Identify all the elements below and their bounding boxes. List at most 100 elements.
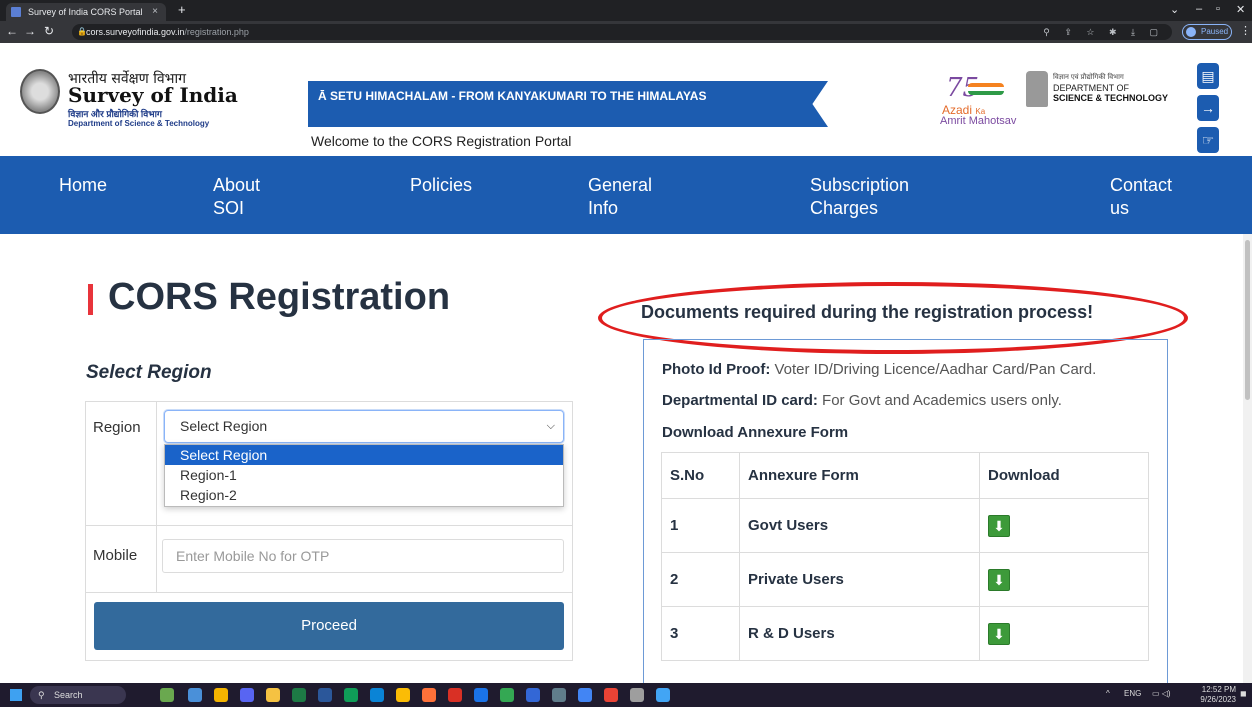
annexure-table: S.No Annexure Form Download 1 Govt Users… <box>661 452 1149 661</box>
table-row: 3 R & D Users ⬇ <box>661 606 1149 661</box>
teams-icon[interactable] <box>240 688 254 702</box>
download-icon[interactable]: ⬇ <box>988 514 1010 537</box>
notification-icon[interactable]: ◼ <box>1240 689 1247 698</box>
national-emblem-icon <box>1026 71 1048 107</box>
region-option[interactable]: Select Region <box>165 445 563 465</box>
word-icon[interactable] <box>318 688 332 702</box>
region-selected-value: Select Region <box>180 418 268 434</box>
org-dept: Department of Science & Technology <box>68 119 210 128</box>
window-close-icon[interactable]: ✕ <box>1236 3 1245 16</box>
app-icon[interactable] <box>604 688 618 702</box>
download-manager-icon[interactable] <box>474 688 488 702</box>
browser-tab[interactable]: Survey of India CORS Portal × <box>6 3 166 21</box>
mobile-label: Mobile <box>93 547 138 564</box>
welcome-text: Welcome to the CORS Registration Portal <box>311 133 572 149</box>
nav-general-info[interactable]: General Info <box>588 174 668 220</box>
reload-icon[interactable]: ↻ <box>44 24 54 38</box>
firefox-icon[interactable] <box>422 688 436 702</box>
registration-form: Region Select Region ⌵ Select Region Reg… <box>85 401 573 661</box>
network-volume-icon[interactable]: ▭ ◁) <box>1152 689 1171 698</box>
tab-close-icon[interactable]: × <box>152 3 158 21</box>
clock[interactable]: 12:52 PM 9/26/2023 <box>1200 685 1236 705</box>
cell-form: Govt Users <box>739 498 980 553</box>
file-explorer-icon[interactable] <box>266 688 280 702</box>
chevron-down-icon: ⌵ <box>546 420 555 432</box>
task-view-icon[interactable] <box>188 688 202 702</box>
documents-panel: Photo Id Proof: Voter ID/Driving Licence… <box>643 339 1168 684</box>
language-indicator[interactable]: ENG <box>1124 689 1141 698</box>
photo-id-line: Photo Id Proof: Voter ID/Driving Licence… <box>662 361 1097 378</box>
url-input[interactable]: 🔒 cors.surveyofindia.gov.in/registration… <box>72 24 1172 40</box>
banner-slogan: Ā SETU HIMACHALAM - FROM KANYAKUMARI TO … <box>308 81 828 127</box>
calculator-icon[interactable] <box>552 688 566 702</box>
omnibox-action-icons[interactable]: ⚲ ⇪ ☆ ✱ ⤓ ▢ <box>1043 24 1164 40</box>
nav-contact-us[interactable]: Contact us <box>1110 174 1190 220</box>
app-icon[interactable] <box>578 688 592 702</box>
widgets-icon[interactable] <box>160 688 174 702</box>
search-icon: ⚲ <box>38 690 45 700</box>
table-row: 2 Private Users ⬇ <box>661 552 1149 607</box>
region-label: Region <box>93 419 141 436</box>
app-icon[interactable] <box>656 688 670 702</box>
table-header-row: S.No Annexure Form Download <box>661 452 1149 499</box>
nav-about-soi[interactable]: About SOI <box>213 174 283 220</box>
nav-subscription-charges[interactable]: Subscription Charges <box>810 174 930 220</box>
region-option[interactable]: Region-2 <box>165 485 563 505</box>
col-header: S.No <box>661 452 740 499</box>
azadi-ka-amrit-mahotsav-logo: 75 Azadi Ka Amrit Mahotsav <box>940 73 1017 127</box>
chrome-icon[interactable] <box>396 688 410 702</box>
mobile-input[interactable]: Enter Mobile No for OTP <box>162 539 564 573</box>
maximize-icon[interactable]: ▫ <box>1216 3 1220 15</box>
accessibility-icon[interactable]: ☞ <box>1197 127 1219 153</box>
sitemap-icon[interactable]: ▤ <box>1197 63 1219 89</box>
windows-start-icon[interactable] <box>10 689 22 701</box>
app-icon[interactable] <box>526 688 540 702</box>
page-title: CORS Registration <box>108 276 451 318</box>
back-icon[interactable]: ← <box>6 24 18 38</box>
main-nav: Home About SOI Policies General Info Sub… <box>0 156 1252 234</box>
dst-line1: DEPARTMENT OF <box>1053 83 1130 93</box>
site-header: भारतीय सर्वेक्षण विभाग Survey of India व… <box>0 43 1252 156</box>
tray-chevron-icon[interactable]: ^ <box>1106 689 1110 698</box>
favicon-icon <box>11 7 21 17</box>
nav-policies[interactable]: Policies <box>410 174 472 197</box>
app-icon[interactable] <box>448 688 462 702</box>
minimize-icon[interactable]: – <box>1196 3 1202 15</box>
title-accent-bar <box>88 284 93 315</box>
cell-form: Private Users <box>739 552 980 607</box>
browser-tab-bar: Survey of India CORS Portal × + ⌄ – ▫ ✕ <box>0 0 1252 21</box>
url-domain: cors.surveyofindia.gov.in <box>86 27 185 37</box>
dst-hindi: विज्ञान एवं प्रौद्योगिकी विभाग <box>1053 74 1124 81</box>
region-dropdown-list: Select Region Region-1 Region-2 <box>164 444 564 507</box>
col-header: Download <box>979 452 1149 499</box>
url-path: /registration.php <box>184 27 249 37</box>
avatar <box>1186 27 1196 37</box>
region-option[interactable]: Region-1 <box>165 465 563 485</box>
cell-form: R & D Users <box>739 606 980 661</box>
region-select[interactable]: Select Region ⌵ <box>164 410 564 443</box>
app-icon[interactable] <box>630 688 644 702</box>
download-icon[interactable]: ⬇ <box>988 622 1010 645</box>
skip-to-content-icon[interactable]: → <box>1197 95 1219 121</box>
qgis-icon[interactable] <box>344 688 358 702</box>
address-bar-row: ← → ↻ 🔒 cors.surveyofindia.gov.in/regist… <box>0 21 1252 43</box>
dept-id-line: Departmental ID card: For Govt and Acade… <box>662 392 1062 409</box>
forward-icon[interactable]: → <box>24 24 36 38</box>
browser-menu-icon[interactable]: ⋮ <box>1240 24 1251 37</box>
tab-search-icon[interactable]: ⌄ <box>1170 3 1179 16</box>
lock-icon: 🔒 <box>77 27 87 36</box>
profile-button[interactable]: Paused <box>1182 24 1232 40</box>
browser-icon[interactable] <box>500 688 514 702</box>
new-tab-button[interactable]: + <box>178 2 186 17</box>
soi-emblem-logo <box>20 69 60 114</box>
cell-sno: 3 <box>661 606 740 661</box>
weather-icon[interactable] <box>214 688 228 702</box>
proceed-button[interactable]: Proceed <box>94 602 564 650</box>
annexure-heading: Download Annexure Form <box>662 424 849 441</box>
download-icon[interactable]: ⬇ <box>988 568 1010 591</box>
edge-icon[interactable] <box>370 688 384 702</box>
nav-home[interactable]: Home <box>59 174 107 197</box>
taskbar-search[interactable]: ⚲ Search <box>30 686 126 704</box>
excel-icon[interactable] <box>292 688 306 702</box>
scrollbar-thumb[interactable] <box>1245 240 1250 400</box>
